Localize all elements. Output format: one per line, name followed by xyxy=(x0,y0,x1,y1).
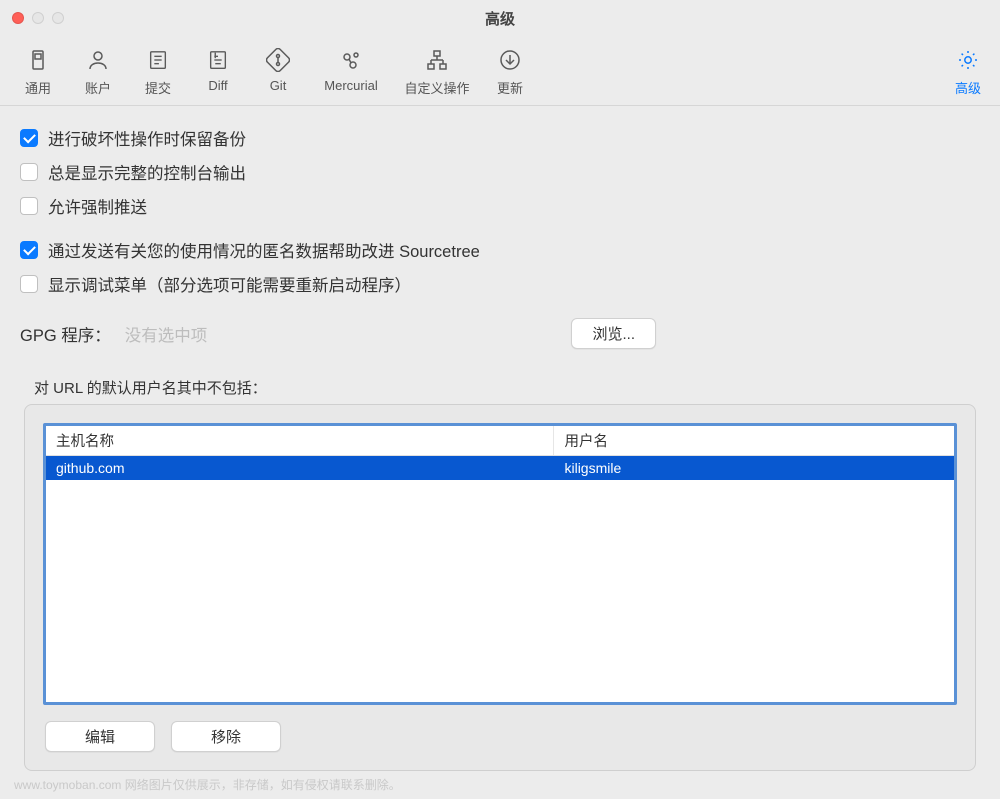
checkbox-label: 显示调试菜单（部分选项可能需要重新启动程序） xyxy=(48,272,411,296)
tab-commit[interactable]: 提交 xyxy=(128,42,188,99)
checkbox-label: 通过发送有关您的使用情况的匿名数据帮助改进 Sourcetree xyxy=(48,238,480,262)
table-row[interactable]: github.com kiligsmile xyxy=(46,456,954,480)
edit-button[interactable]: 编辑 xyxy=(45,721,155,752)
checkbox-debug-menu[interactable] xyxy=(20,275,38,293)
checkbox-label: 总是显示完整的控制台输出 xyxy=(48,160,246,184)
gpg-row: GPG 程序： 没有选中项 浏览... xyxy=(20,318,980,349)
download-icon xyxy=(496,46,524,74)
tab-label: 高级 xyxy=(955,78,981,97)
tab-update[interactable]: 更新 xyxy=(480,42,540,99)
tab-label: 账户 xyxy=(85,78,111,97)
checkbox-full-console[interactable] xyxy=(20,163,38,181)
git-icon xyxy=(264,46,292,74)
gear-icon xyxy=(954,46,982,74)
checkbox-force-push[interactable] xyxy=(20,197,38,215)
defaults-label: 对 URL 的默认用户名其中不包括： xyxy=(20,377,980,398)
titlebar: 高级 xyxy=(0,0,1000,36)
checkbox-anon-data[interactable] xyxy=(20,241,38,259)
tab-accounts[interactable]: 账户 xyxy=(68,42,128,99)
checkbox-row-anon-data[interactable]: 通过发送有关您的使用情况的匿名数据帮助改进 Sourcetree xyxy=(20,238,980,262)
checkbox-row-force-push[interactable]: 允许强制推送 xyxy=(20,194,980,218)
browse-button[interactable]: 浏览... xyxy=(571,318,656,349)
cell-host: github.com xyxy=(46,456,554,480)
tab-label: Git xyxy=(270,78,287,93)
tab-label: 更新 xyxy=(497,78,523,97)
tab-label: Diff xyxy=(208,78,227,93)
table-header-row: 主机名称 用户名 xyxy=(46,426,954,456)
tab-label: 通用 xyxy=(25,78,51,97)
mercurial-icon xyxy=(337,46,365,74)
tab-diff[interactable]: Diff xyxy=(188,42,248,95)
general-icon xyxy=(24,46,52,74)
tab-label: Mercurial xyxy=(324,78,377,93)
column-header-user[interactable]: 用户名 xyxy=(554,426,954,455)
tab-label: 自定义操作 xyxy=(404,78,469,97)
checkbox-row-debug-menu[interactable]: 显示调试菜单（部分选项可能需要重新启动程序） xyxy=(20,272,980,296)
flowchart-icon xyxy=(423,46,451,74)
remove-button[interactable]: 移除 xyxy=(171,721,281,752)
checkbox-label: 允许强制推送 xyxy=(48,194,147,218)
gpg-label: GPG 程序： xyxy=(20,322,111,346)
toolbar: 通用 账户 提交 Diff Git Mercurial 自定义操作 xyxy=(0,36,1000,106)
document-lines-icon xyxy=(144,46,172,74)
checkbox-row-keep-backup[interactable]: 进行破坏性操作时保留备份 xyxy=(20,126,980,150)
gpg-value-placeholder: 没有选中项 xyxy=(125,322,208,346)
checkbox-keep-backup[interactable] xyxy=(20,129,38,147)
tab-label: 提交 xyxy=(145,78,171,97)
tab-general[interactable]: 通用 xyxy=(8,42,68,99)
panel-buttons: 编辑 移除 xyxy=(43,721,957,752)
checkbox-label: 进行破坏性操作时保留备份 xyxy=(48,126,246,150)
defaults-table[interactable]: 主机名称 用户名 github.com kiligsmile xyxy=(43,423,957,705)
tab-custom-actions[interactable]: 自定义操作 xyxy=(394,42,480,99)
cell-user: kiligsmile xyxy=(554,456,954,480)
watermark-text: www.toymoban.com 网络图片仅供展示，非存储，如有侵权请联系删除。 xyxy=(14,776,401,793)
user-icon xyxy=(84,46,112,74)
column-header-host[interactable]: 主机名称 xyxy=(46,426,554,455)
content-area: 进行破坏性操作时保留备份 总是显示完整的控制台输出 允许强制推送 通过发送有关您… xyxy=(0,106,1000,781)
tab-mercurial[interactable]: Mercurial xyxy=(308,42,394,95)
tab-advanced[interactable]: 高级 xyxy=(944,42,992,99)
checkbox-row-full-console[interactable]: 总是显示完整的控制台输出 xyxy=(20,160,980,184)
diff-icon xyxy=(204,46,232,74)
window-title: 高级 xyxy=(0,8,1000,29)
tab-git[interactable]: Git xyxy=(248,42,308,95)
defaults-panel: 主机名称 用户名 github.com kiligsmile 编辑 移除 xyxy=(24,404,976,771)
